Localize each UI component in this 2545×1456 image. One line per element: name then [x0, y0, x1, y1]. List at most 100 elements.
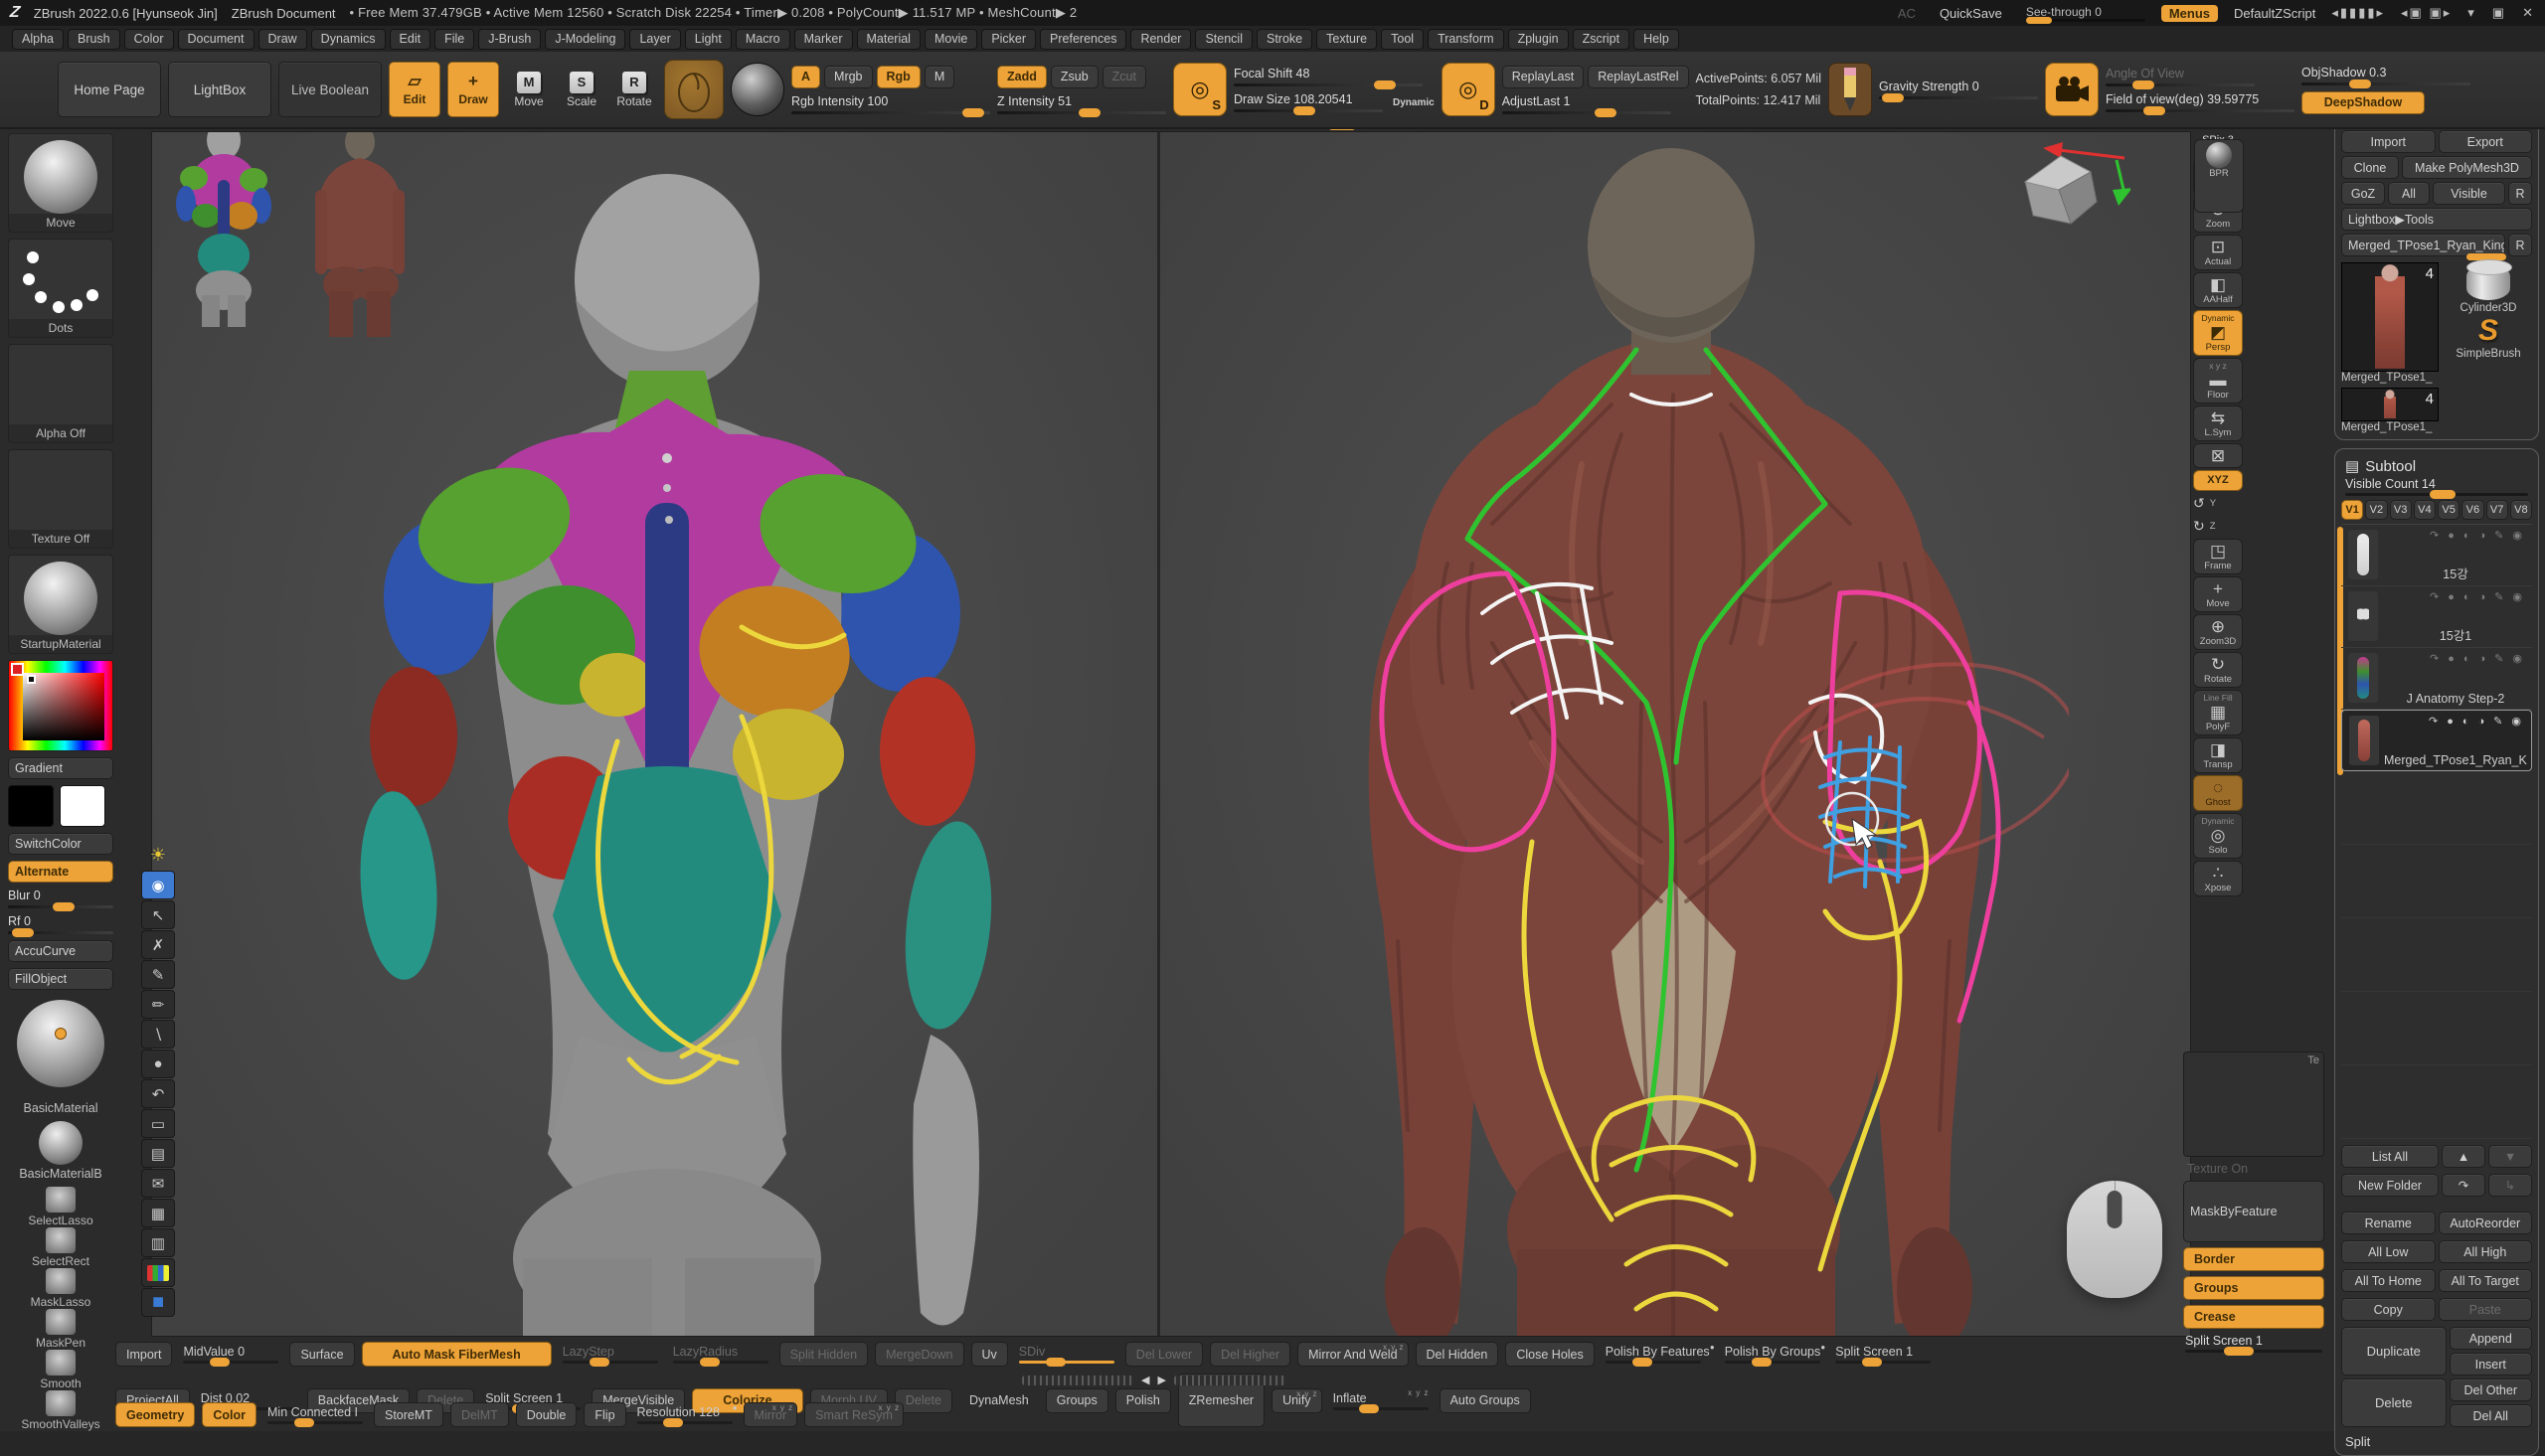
- rf-slider[interactable]: Rf 0: [8, 914, 113, 934]
- live-boolean-button[interactable]: Live Boolean: [278, 62, 382, 117]
- all-low-button[interactable]: All Low: [2341, 1240, 2436, 1263]
- bottom-control[interactable]: Import: [115, 1342, 172, 1367]
- flip-icon[interactable]: ↷: [2430, 530, 2439, 542]
- bottom-control[interactable]: Del Lower: [1125, 1342, 1203, 1367]
- collapse-left-icon[interactable]: ◀: [1141, 1374, 1149, 1386]
- secondary-color-swatch[interactable]: [60, 785, 105, 827]
- aahalf-button[interactable]: ◧ AAHalf: [2193, 272, 2243, 308]
- polypaint-icon[interactable]: ●: [2448, 530, 2455, 542]
- bottom-control[interactable]: Groups: [1046, 1388, 1108, 1413]
- move-out-button[interactable]: ↷: [2442, 1174, 2485, 1197]
- menu-item[interactable]: Material: [857, 29, 921, 50]
- import-button[interactable]: Import: [2341, 130, 2436, 153]
- replay-last-button[interactable]: ReplayLast: [1502, 66, 1585, 88]
- bottom-control[interactable]: Del Hidden: [1416, 1342, 1499, 1367]
- alternate-button[interactable]: Alternate: [8, 861, 113, 883]
- draw-size-slider[interactable]: Draw Size 108.20541: [1234, 92, 1383, 112]
- material-selector[interactable]: StartupMaterial: [8, 555, 113, 654]
- visibility-eye-icon[interactable]: ◉: [2511, 716, 2521, 728]
- menu-item[interactable]: Color: [124, 29, 174, 50]
- visible-count-slider[interactable]: Visible Count 14: [2341, 477, 2532, 496]
- move-down-button[interactable]: ▼: [2488, 1145, 2532, 1168]
- current-brush-thumbnail[interactable]: [664, 60, 724, 119]
- current-material-thumbnail[interactable]: [731, 63, 784, 116]
- camera-controls-button[interactable]: [2045, 63, 2099, 116]
- alpha-selector[interactable]: Alpha Off: [8, 344, 113, 443]
- visibility-eye-icon[interactable]: ◉: [2512, 530, 2522, 542]
- lightbox-button[interactable]: LightBox: [168, 62, 271, 117]
- blur-slider[interactable]: Blur 0: [8, 889, 113, 908]
- gravity-direction-widget[interactable]: [1828, 63, 1872, 116]
- menu-item[interactable]: Brush: [68, 29, 120, 50]
- line-tool-icon[interactable]: ∖: [141, 1020, 175, 1049]
- bottom-control[interactable]: SDiv: [1015, 1342, 1118, 1367]
- ghost-button[interactable]: ◌ Ghost: [2193, 775, 2243, 811]
- subtool-item[interactable]: ↷ ● ◐ ◑ ✎ ◉ Merged_TPose1_Ryan_Kingslie: [2341, 710, 2532, 771]
- bottom-control[interactable]: Polish By Features: [1602, 1342, 1714, 1367]
- visibility-tab[interactable]: V2: [2365, 500, 2387, 520]
- visibility-tab[interactable]: V3: [2390, 500, 2412, 520]
- adjust-last-slider[interactable]: AdjustLast 1: [1502, 94, 1671, 114]
- quick-brush-item[interactable]: SelectLasso: [8, 1187, 113, 1227]
- bottom-control[interactable]: Geometry: [115, 1402, 195, 1427]
- xpose-button[interactable]: ∴ Xpose: [2193, 861, 2243, 896]
- menu-item[interactable]: J-Brush: [478, 29, 541, 50]
- see-through-slider[interactable]: See-through 0: [2026, 5, 2145, 22]
- trash-icon[interactable]: ▤: [141, 1139, 175, 1168]
- focal-shift-slider[interactable]: Focal Shift 48: [1234, 67, 1423, 86]
- sculpt-brush-icon[interactable]: ✎: [2494, 530, 2503, 542]
- bottom-control[interactable]: Surface: [289, 1342, 354, 1367]
- undo-icon[interactable]: ↶: [141, 1079, 175, 1108]
- image-icon[interactable]: ▦: [141, 1199, 175, 1227]
- rename-button[interactable]: Rename: [2341, 1212, 2436, 1234]
- menu-item[interactable]: Transform: [1428, 29, 1504, 50]
- polypaint-icon[interactable]: ●: [2448, 653, 2455, 665]
- half-tone-icon[interactable]: ◐: [2463, 653, 2470, 665]
- mask-toggle-icon[interactable]: ◑: [2479, 530, 2486, 542]
- active-tool-thumbnail[interactable]: 4: [2341, 262, 2439, 372]
- current-brush-selector[interactable]: Move: [8, 133, 113, 233]
- bottom-control[interactable]: Color: [202, 1402, 256, 1427]
- switch-color-button[interactable]: SwitchColor: [8, 833, 113, 855]
- visibility-eye-icon[interactable]: ◉: [2512, 653, 2522, 665]
- rotate-mode-button[interactable]: R Rotate: [611, 72, 657, 108]
- camera-polyhedron-icon[interactable]: [2019, 154, 2103, 228]
- quick-brush-item[interactable]: SelectRect: [8, 1227, 113, 1268]
- bottom-control[interactable]: Inflate x y z: [1329, 1388, 1433, 1413]
- field-of-view-slider[interactable]: Field of view(deg) 39.59775: [2106, 92, 2294, 112]
- subtool-item[interactable]: ↷ ● ◐ ◑ ✎ ◉ 15강: [2341, 525, 2532, 586]
- edit-mode-button[interactable]: ▱ Edit: [389, 62, 440, 117]
- copy-subtool-button[interactable]: Copy: [2341, 1298, 2436, 1321]
- del-other-button[interactable]: Del Other: [2450, 1378, 2533, 1401]
- lock-icon[interactable]: ⊠: [2193, 443, 2243, 468]
- menu-item[interactable]: Edit: [390, 29, 431, 50]
- bottom-control[interactable]: LazyRadius: [669, 1342, 772, 1367]
- menu-item[interactable]: File: [434, 29, 474, 50]
- quick-brush-item[interactable]: MaskPen: [8, 1309, 113, 1350]
- new-folder-button[interactable]: New Folder: [2341, 1174, 2439, 1197]
- gravity-strength-slider[interactable]: Gravity Strength 0: [1879, 80, 2038, 99]
- mask-toggle-icon[interactable]: ◑: [2479, 653, 2486, 665]
- bottom-control[interactable]: Polish By Groups: [1721, 1342, 1825, 1367]
- move-up-button[interactable]: ▲: [2442, 1145, 2485, 1168]
- bottom-control[interactable]: DynaMesh: [959, 1388, 1039, 1413]
- bottom-control[interactable]: StoreMT: [374, 1402, 443, 1427]
- bottom-control[interactable]: Auto Groups: [1440, 1388, 1531, 1413]
- crease-button[interactable]: Crease: [2183, 1305, 2324, 1329]
- basic-material-b[interactable]: BasicMaterialB: [8, 1121, 113, 1181]
- zsub-button[interactable]: Zsub: [1051, 66, 1099, 88]
- color-swatch-icon[interactable]: ■: [141, 1288, 175, 1317]
- split-section-label[interactable]: Split: [2341, 1430, 2532, 1449]
- document-canvas[interactable]: [151, 131, 2191, 1337]
- previous-tool-thumbnail[interactable]: 4: [2341, 388, 2439, 421]
- bottom-control[interactable]: Mirror x y z: [744, 1402, 798, 1427]
- menu-item[interactable]: Macro: [736, 29, 790, 50]
- dot-brush-icon[interactable]: ●: [141, 1050, 175, 1078]
- xyz-button[interactable]: XYZ: [2193, 470, 2243, 491]
- bpr-render-button[interactable]: ● BPR: [2194, 139, 2244, 213]
- menu-item[interactable]: Stroke: [1257, 29, 1312, 50]
- texture-selector[interactable]: Texture Off: [8, 449, 113, 549]
- z-intensity-slider[interactable]: Z Intensity 51: [997, 94, 1166, 114]
- rgb-button[interactable]: Rgb: [877, 66, 921, 88]
- bottom-control[interactable]: Close Holes: [1505, 1342, 1594, 1367]
